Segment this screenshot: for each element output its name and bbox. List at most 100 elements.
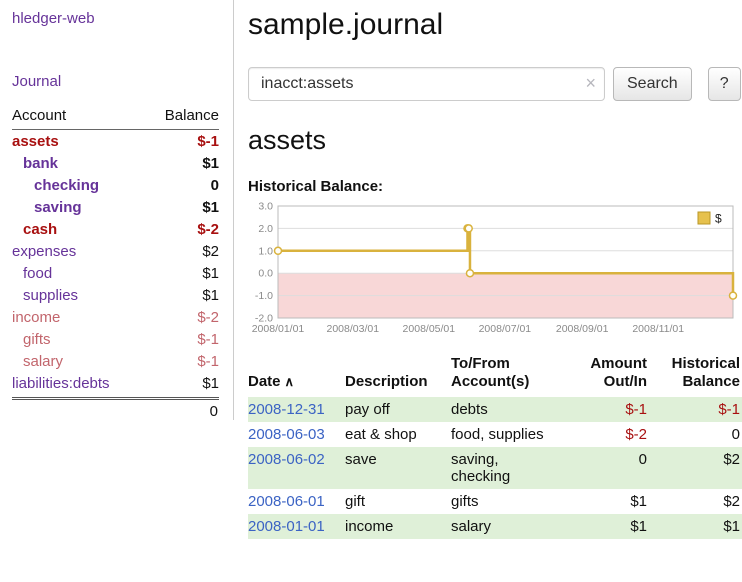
transaction-amount: 0 (584, 447, 657, 489)
svg-text:0.0: 0.0 (258, 268, 273, 280)
transaction-accounts: gifts (451, 489, 584, 514)
data-point-marker (466, 270, 473, 277)
search-bar: × Search ? (248, 67, 742, 101)
clear-search-icon[interactable]: × (585, 73, 596, 93)
accounts-col-account: Account (12, 107, 66, 124)
account-row: bank $1 (12, 152, 219, 174)
transaction-date-cell: 2008-06-02 (248, 447, 345, 489)
account-link[interactable]: bank (12, 155, 58, 172)
transaction-row[interactable]: 2008-06-01 gift gifts $1 $2 (248, 489, 742, 514)
historical-balance-chart: 3.02.01.00.0-1.0-2.02008/01/012008/03/01… (248, 202, 738, 342)
transaction-balance: 0 (657, 422, 742, 447)
transaction-date-link[interactable]: 2008-12-31 (248, 401, 325, 418)
transaction-date-link[interactable]: 2008-06-02 (248, 451, 325, 468)
transaction-description: save (345, 447, 451, 489)
svg-text:2008/07/01: 2008/07/01 (479, 323, 532, 335)
accounts-list: assets $-1 bank $1 checking 0 saving $1 … (12, 130, 219, 394)
transaction-balance: $2 (657, 489, 742, 514)
search-input[interactable] (248, 67, 605, 101)
account-link[interactable]: assets (12, 133, 59, 150)
transaction-description: gift (345, 489, 451, 514)
account-link[interactable]: cash (12, 221, 57, 238)
data-point-marker (465, 225, 472, 232)
svg-text:2008/01/01: 2008/01/01 (252, 323, 305, 335)
transaction-accounts: salary (451, 514, 584, 539)
accounts-header: Account Balance (12, 107, 219, 130)
help-button[interactable]: ? (708, 67, 741, 101)
search-button[interactable]: Search (613, 67, 692, 101)
search-input-wrap: × (248, 67, 605, 101)
transaction-row[interactable]: 2008-06-03 eat & shop food, supplies $-2… (248, 422, 742, 447)
nav-journal-link[interactable]: Journal (12, 73, 61, 90)
brand-link[interactable]: hledger-web (12, 10, 95, 27)
account-balance: $1 (202, 287, 219, 304)
account-balance: $1 (202, 265, 219, 282)
account-balance: $-2 (197, 309, 219, 326)
transaction-amount: $1 (584, 514, 657, 539)
account-link[interactable]: supplies (12, 287, 78, 304)
transaction-description: income (345, 514, 451, 539)
account-link[interactable]: food (12, 265, 52, 282)
account-link[interactable]: checking (12, 177, 99, 194)
account-row: checking 0 (12, 174, 219, 196)
page-title: sample.journal (248, 8, 742, 42)
accounts-total-balance: 0 (12, 397, 219, 420)
transaction-row[interactable]: 2008-06-02 save saving, checking 0 $2 (248, 447, 742, 489)
transaction-date-link[interactable]: 2008-06-03 (248, 426, 325, 443)
transaction-description: eat & shop (345, 422, 451, 447)
svg-text:2008/03/01: 2008/03/01 (327, 323, 380, 335)
account-balance: $1 (202, 155, 219, 172)
account-row: assets $-1 (12, 130, 219, 152)
accounts-panel: Account Balance assets $-1 bank $1 check… (12, 107, 219, 420)
transaction-date-link[interactable]: 2008-06-01 (248, 493, 325, 510)
account-balance: 0 (211, 177, 219, 194)
account-balance: $-1 (197, 133, 219, 150)
account-row: expenses $2 (12, 240, 219, 262)
account-row: cash $-2 (12, 218, 219, 240)
account-row: liabilities:debts $1 (12, 372, 219, 394)
transaction-balance: $1 (657, 514, 742, 539)
account-balance: $1 (202, 375, 219, 392)
transaction-row[interactable]: 2008-12-31 pay off debts $-1 $-1 (248, 397, 742, 422)
account-link[interactable]: salary (12, 353, 63, 370)
transaction-date-cell: 2008-06-03 (248, 422, 345, 447)
col-header-date[interactable]: Date ∧ (248, 355, 345, 397)
transaction-balance: $2 (657, 447, 742, 489)
account-balance: $2 (202, 243, 219, 260)
transaction-balance: $-1 (657, 397, 742, 422)
register-table: Date∧ Description To/From Account(s) Amo… (248, 355, 742, 539)
transaction-amount: $-2 (584, 422, 657, 447)
account-link[interactable]: expenses (12, 243, 76, 260)
account-balance: $1 (202, 199, 219, 216)
account-link[interactable]: liabilities:debts (12, 375, 110, 392)
account-link[interactable]: income (12, 309, 60, 326)
sort-ascending-icon: ∧ (285, 374, 295, 389)
account-row: salary $-1 (12, 350, 219, 372)
sidebar-divider (233, 0, 234, 420)
account-row: supplies $1 (12, 284, 219, 306)
col-header-date-label: Date (248, 373, 281, 390)
transaction-amount: $1 (584, 489, 657, 514)
legend-swatch (698, 212, 710, 224)
sidebar: hledger-web Journal Account Balance asse… (0, 0, 233, 420)
account-row: saving $1 (12, 196, 219, 218)
svg-text:2008/05/01: 2008/05/01 (403, 323, 456, 335)
account-balance: $-1 (197, 353, 219, 370)
transaction-date-link[interactable]: 2008-01-01 (248, 518, 325, 535)
transaction-row[interactable]: 2008-01-01 income salary $1 $1 (248, 514, 742, 539)
account-link[interactable]: saving (12, 199, 82, 216)
svg-text:2008/11/01: 2008/11/01 (632, 323, 684, 335)
account-balance: $-2 (197, 221, 219, 238)
account-row: gifts $-1 (12, 328, 219, 350)
transaction-description: pay off (345, 397, 451, 422)
transaction-date-cell: 2008-12-31 (248, 397, 345, 422)
svg-text:2.0: 2.0 (258, 223, 273, 235)
account-row: income $-2 (12, 306, 219, 328)
register-header-row: Date∧ Description To/From Account(s) Amo… (248, 355, 742, 397)
account-heading: assets (248, 125, 742, 155)
chart-title: Historical Balance: (248, 178, 742, 195)
data-point-marker (730, 292, 737, 299)
transaction-amount: $-1 (584, 397, 657, 422)
transaction-accounts: food, supplies (451, 422, 584, 447)
account-link[interactable]: gifts (12, 331, 51, 348)
